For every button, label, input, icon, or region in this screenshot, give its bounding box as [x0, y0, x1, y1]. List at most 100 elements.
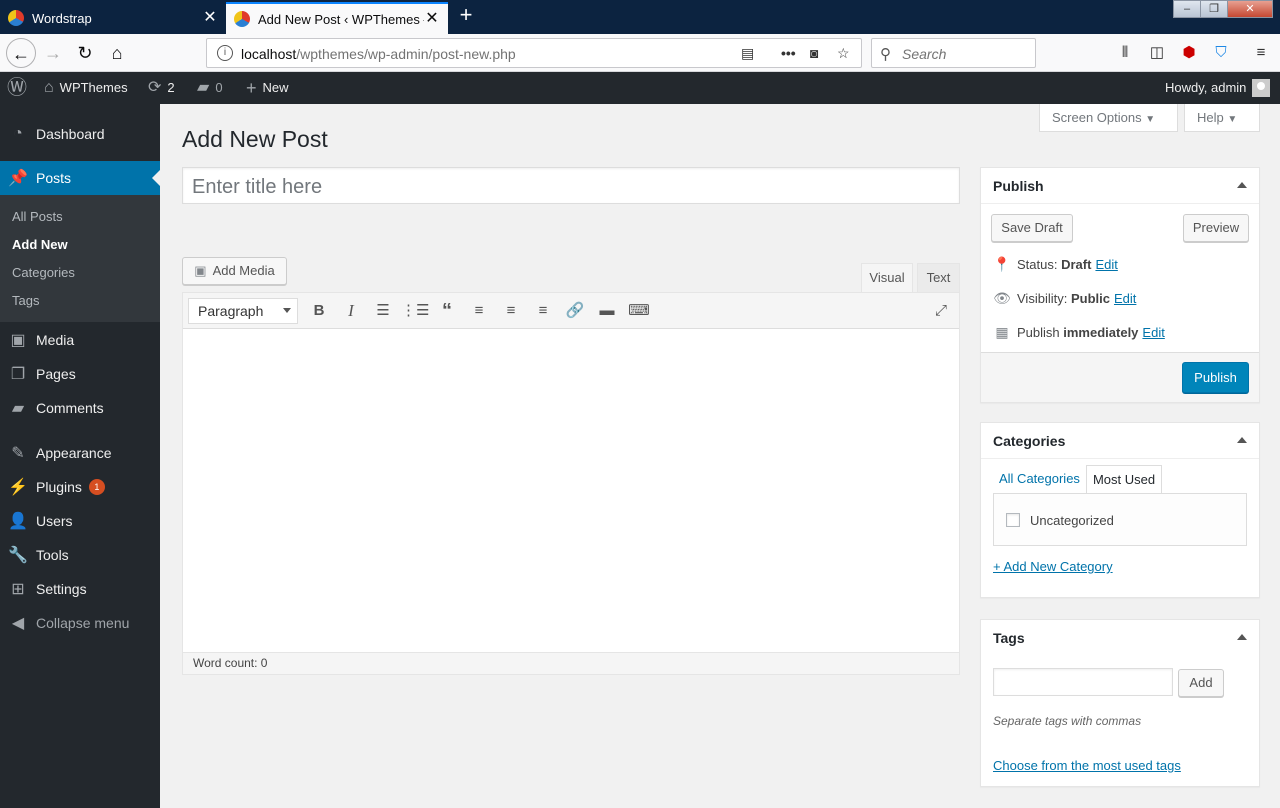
info-icon[interactable]: i: [217, 45, 233, 61]
format-select[interactable]: Paragraph: [188, 298, 298, 324]
bullet-list-icon[interactable]: ☰: [369, 299, 397, 323]
sidebar-item-media[interactable]: ▣ Media: [0, 323, 160, 357]
eye-icon: 👁: [993, 290, 1011, 306]
search-placeholder: Search: [902, 46, 947, 62]
post-visibility: 👁 Visibility: Public Edit: [993, 290, 1136, 307]
back-arrow-icon[interactable]: ←: [6, 38, 36, 68]
media-icon: ▣: [10, 332, 26, 349]
pin-icon: 📌: [8, 170, 28, 187]
tab-all-categories[interactable]: All Categories: [993, 465, 1086, 494]
wordpress-logo-icon[interactable]: Ⓦ: [7, 72, 27, 104]
tags-heading[interactable]: Tags: [981, 620, 1259, 656]
add-tag-button[interactable]: Add: [1178, 669, 1224, 697]
url-bar[interactable]: i localhost/wpthemes/wp-admin/post-new.p…: [206, 38, 862, 68]
comment-icon: ▰: [197, 79, 210, 96]
choose-most-used-tags-link[interactable]: Choose from the most used tags: [993, 758, 1181, 773]
submenu-all-posts[interactable]: All Posts: [12, 209, 63, 224]
bookmark-star-icon[interactable]: ☆: [837, 45, 850, 62]
blockquote-icon[interactable]: “: [433, 299, 461, 323]
url-text[interactable]: localhost/wpthemes/wp-admin/post-new.php: [241, 46, 516, 62]
sidebar-item-tools[interactable]: 🔧 Tools: [0, 538, 160, 572]
link-icon[interactable]: 🔗: [561, 299, 589, 323]
toggle-arrow-icon[interactable]: [1237, 437, 1247, 443]
publish-heading[interactable]: Publish: [981, 168, 1259, 204]
numbered-list-icon[interactable]: ⋮☰: [401, 299, 429, 323]
home-icon[interactable]: ⌂: [102, 38, 132, 68]
my-account-link[interactable]: Howdy, admin: [1165, 72, 1271, 104]
pages-icon: ❐: [10, 366, 26, 383]
minimize-icon[interactable]: –: [1173, 0, 1201, 18]
reader-view-icon[interactable]: ▤: [741, 45, 754, 62]
preview-button[interactable]: Preview: [1183, 214, 1249, 242]
toggle-arrow-icon[interactable]: [1237, 634, 1247, 640]
tab-text[interactable]: Text: [917, 263, 960, 293]
browser-tab-add-new-post[interactable]: Add New Post ‹ WPThemes — ✕: [226, 2, 448, 34]
updates-link[interactable]: ⟳ 2: [148, 72, 175, 104]
tag-input[interactable]: [993, 668, 1173, 696]
category-list: Uncategorized: [993, 493, 1247, 546]
close-tab-icon[interactable]: ✕: [424, 11, 440, 27]
close-tab-icon[interactable]: ✕: [202, 10, 218, 26]
categories-heading[interactable]: Categories: [981, 423, 1259, 459]
submenu-categories[interactable]: Categories: [12, 265, 75, 280]
bold-icon[interactable]: B: [305, 299, 333, 323]
site-name: WPThemes: [59, 80, 128, 95]
add-new-category-link[interactable]: + Add New Category: [993, 559, 1113, 574]
save-draft-button[interactable]: Save Draft: [991, 214, 1073, 242]
tab-visual[interactable]: Visual: [861, 263, 913, 293]
post-title-input[interactable]: Enter title here: [182, 167, 960, 204]
library-icon[interactable]: ⫴: [1114, 42, 1136, 64]
posts-submenu: All Posts Add New Categories Tags: [0, 195, 160, 322]
sidebar-item-posts[interactable]: 📌 Posts: [0, 161, 160, 195]
more-actions-icon[interactable]: •••: [781, 45, 796, 61]
edit-visibility-link[interactable]: Edit: [1114, 291, 1136, 306]
toggle-arrow-icon[interactable]: [1237, 182, 1247, 188]
sidebar-item-users[interactable]: 👤 Users: [0, 504, 160, 538]
read-more-icon[interactable]: ▬: [593, 299, 621, 323]
format-select-value: Paragraph: [198, 303, 264, 319]
help-button[interactable]: Help ▼: [1184, 104, 1260, 132]
align-left-icon[interactable]: ≡: [465, 299, 493, 323]
reload-icon[interactable]: ↻: [70, 38, 100, 68]
ublock-icon[interactable]: ⬢: [1178, 42, 1200, 64]
sidebar-item-settings[interactable]: ⊞ Settings: [0, 572, 160, 606]
screen-options-button[interactable]: Screen Options ▼: [1039, 104, 1178, 132]
add-media-button[interactable]: ▣ Add Media: [182, 257, 287, 285]
submenu-tags[interactable]: Tags: [12, 293, 39, 308]
italic-icon[interactable]: I: [337, 299, 365, 323]
sidebar-item-pages[interactable]: ❐ Pages: [0, 357, 160, 391]
hamburger-menu-icon[interactable]: ≡: [1250, 42, 1272, 64]
window-close-icon[interactable]: ✕: [1227, 0, 1273, 18]
caret-down-icon: ▼: [1145, 114, 1156, 125]
tab-most-used[interactable]: Most Used: [1085, 465, 1163, 494]
comments-link[interactable]: ▰ 0: [197, 72, 223, 104]
align-center-icon[interactable]: ≡: [497, 299, 525, 323]
sidebar-toggle-icon[interactable]: ◫: [1146, 42, 1168, 64]
fullscreen-icon[interactable]: ⤢: [927, 299, 955, 323]
sidebar-item-collapse-menu[interactable]: ◀ Collapse menu: [0, 606, 160, 640]
publish-button[interactable]: Publish: [1182, 362, 1249, 393]
pin-icon: 📍: [993, 256, 1011, 272]
sidebar-item-dashboard[interactable]: ◔ Dashboard: [0, 117, 160, 151]
avatar: [1252, 79, 1271, 97]
sidebar-item-comments[interactable]: ▰ Comments: [0, 391, 160, 425]
calendar-icon: ▦: [995, 324, 1009, 340]
edit-publish-time-link[interactable]: Edit: [1142, 325, 1164, 340]
edit-status-link[interactable]: Edit: [1095, 257, 1117, 272]
align-right-icon[interactable]: ≡: [529, 299, 557, 323]
sidebar-item-appearance[interactable]: ✎ Appearance: [0, 436, 160, 470]
site-name-link[interactable]: ⌂ WPThemes: [44, 72, 128, 104]
shield-icon[interactable]: ⛉: [1210, 42, 1232, 64]
pocket-icon[interactable]: ◙: [810, 45, 818, 61]
forward-arrow-icon[interactable]: →: [38, 38, 68, 68]
submenu-add-new[interactable]: Add New: [12, 237, 68, 252]
new-content-link[interactable]: + New: [246, 72, 289, 104]
toolbar-toggle-icon[interactable]: ⌨: [625, 299, 653, 323]
search-icon: ⚲: [880, 46, 891, 63]
new-tab-plus-icon[interactable]: +: [454, 4, 478, 28]
browser-tab-wordstrap[interactable]: Wordstrap ✕: [0, 2, 226, 34]
uncategorized-checkbox[interactable]: [1006, 513, 1020, 527]
browser-search-bar[interactable]: ⚲ Search: [871, 38, 1036, 68]
maximize-icon[interactable]: ❐: [1200, 0, 1228, 18]
sidebar-item-plugins[interactable]: ⚡ Plugins 1: [0, 470, 160, 504]
